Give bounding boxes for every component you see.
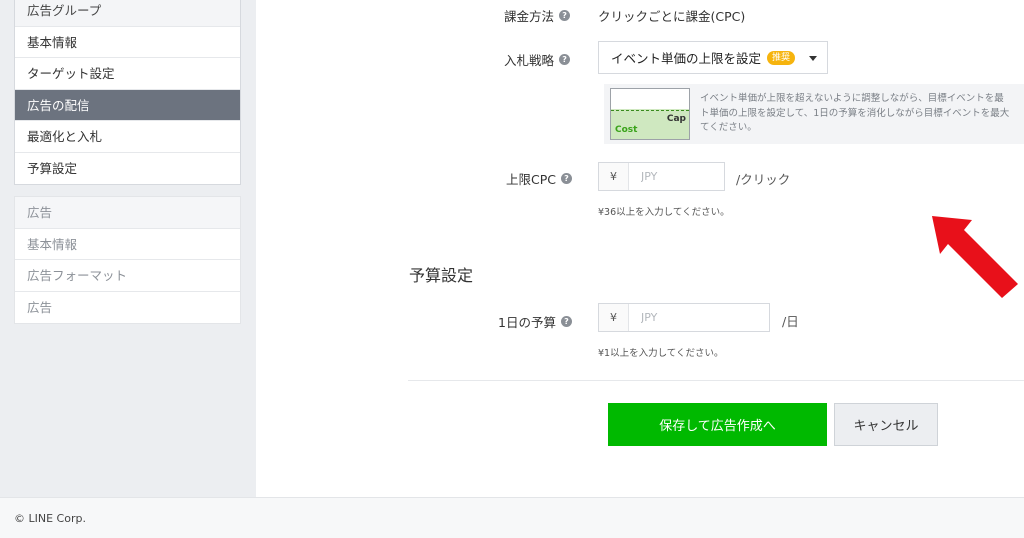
help-icon[interactable]: ? bbox=[559, 54, 571, 65]
bid-strategy-select[interactable]: イベント単価の上限を設定 推奨 bbox=[598, 41, 828, 74]
nav-group-ad-group: 広告グループ 基本情報 ターゲット設定 広告の配信 最適化と入札 予算設定 bbox=[14, 0, 241, 185]
nav-item-ad: 広告 bbox=[27, 299, 53, 315]
nav-header-ad-group[interactable]: 広告グループ bbox=[15, 0, 240, 27]
bid-strategy-label-text: 入札戦略 bbox=[504, 53, 555, 68]
recommended-badge: 推奨 bbox=[767, 50, 796, 65]
description-line: てください。 bbox=[700, 122, 757, 133]
red-arrow-icon bbox=[932, 216, 1018, 298]
help-icon[interactable]: ? bbox=[561, 173, 572, 184]
max-cpc-hint: ¥36以上を入力してください。 bbox=[598, 207, 730, 218]
daily-budget-label-text: 1日の予算 bbox=[498, 315, 556, 330]
chevron-down-icon bbox=[809, 56, 817, 61]
description-line: ト単価の上限を設定して、1日の予算を消化しながら目標イベントを最大 bbox=[700, 107, 1010, 119]
cap-label: Cap bbox=[666, 114, 686, 124]
copyright-text: © LINE Corp. bbox=[14, 511, 86, 525]
nav-header-ad: 広告 bbox=[15, 197, 240, 229]
max-cpc-unit: /クリック bbox=[736, 172, 791, 187]
main-panel: 課金方法 ? クリックごとに課金(CPC) 入札戦略 ? イベント単価の上限を設… bbox=[256, 0, 1024, 497]
nav-item-budget[interactable]: 予算設定 bbox=[15, 153, 240, 185]
billing-method-value: クリックごとに課金(CPC) bbox=[598, 9, 746, 24]
yen-prefix: ¥ bbox=[599, 304, 629, 331]
cost-label: Cost bbox=[615, 125, 638, 135]
daily-budget-unit: /日 bbox=[782, 314, 799, 329]
daily-budget-label: 1日の予算 ? bbox=[498, 312, 572, 331]
nav-group-ad: 広告 基本情報 広告フォーマット 広告 bbox=[14, 196, 241, 324]
help-icon[interactable]: ? bbox=[559, 10, 571, 21]
billing-method-label-text: 課金方法 bbox=[504, 9, 555, 24]
cap-line bbox=[611, 110, 689, 111]
cancel-button[interactable]: キャンセル bbox=[834, 403, 938, 446]
budget-section-title: 予算設定 bbox=[409, 266, 474, 285]
sidebar: 広告グループ 基本情報 ターゲット設定 広告の配信 最適化と入札 予算設定 広告… bbox=[0, 0, 256, 497]
nav-item-targeting[interactable]: ターゲット設定 bbox=[15, 58, 240, 90]
nav-item-basic-info[interactable]: 基本情報 bbox=[15, 27, 240, 58]
bid-strategy-info: Cap Cost イベント単価が上限を超えないように調整しながら、目標イベントを… bbox=[604, 84, 1024, 144]
divider bbox=[408, 380, 1024, 381]
yen-prefix: ¥ bbox=[599, 163, 629, 190]
nav-item-ad-format: 広告フォーマット bbox=[15, 260, 240, 292]
footer: © LINE Corp. bbox=[0, 497, 1024, 538]
bid-strategy-description: イベント単価が上限を超えないように調整しながら、目標イベントを最 ト単価の上限を… bbox=[700, 92, 1024, 136]
max-cpc-label: 上限CPC ? bbox=[506, 169, 572, 188]
nav-item-ad-delivery[interactable]: 広告の配信 bbox=[15, 89, 240, 121]
nav-item-ad-basic-info: 基本情報 bbox=[15, 229, 240, 260]
daily-budget-input[interactable] bbox=[629, 304, 769, 331]
daily-budget-input-group: ¥ bbox=[598, 303, 770, 332]
nav-item-optimization-bidding[interactable]: 最適化と入札 bbox=[15, 121, 240, 153]
max-cpc-input-group: ¥ bbox=[598, 162, 725, 191]
cost-cap-illustration: Cap Cost bbox=[610, 88, 690, 140]
billing-method-label: 課金方法 ? bbox=[504, 6, 571, 25]
save-and-create-ad-button[interactable]: 保存して広告作成へ bbox=[608, 403, 827, 446]
max-cpc-label-text: 上限CPC bbox=[506, 172, 556, 187]
bid-strategy-label: 入札戦略 ? bbox=[504, 50, 571, 69]
max-cpc-input[interactable] bbox=[629, 163, 724, 190]
bid-strategy-selected: イベント単価の上限を設定 bbox=[611, 51, 762, 66]
daily-budget-hint: ¥1以上を入力してください。 bbox=[598, 348, 724, 359]
description-line: イベント単価が上限を超えないように調整しながら、目標イベントを最 bbox=[700, 93, 1004, 104]
help-icon[interactable]: ? bbox=[560, 316, 572, 327]
